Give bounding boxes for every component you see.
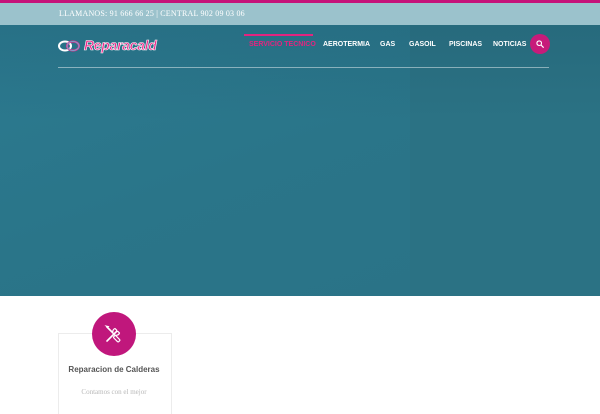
- nav-item-gas[interactable]: GAS: [380, 41, 395, 48]
- service-card-title: Reparacion de Calderas: [68, 365, 160, 374]
- nav-item-piscinas[interactable]: PISCINAS: [449, 41, 482, 48]
- search-icon: [536, 40, 544, 48]
- search-button[interactable]: [530, 34, 550, 54]
- hero-top-shade: [0, 25, 600, 296]
- top-info-bar: LLAMANOS: 91 666 66 25 | CENTRAL 902 09 …: [0, 3, 600, 25]
- main-navigation: SERVICIO TECNICO AEROTERMIA GAS GASOIL P…: [0, 34, 600, 54]
- services-section: [0, 296, 600, 414]
- active-nav-indicator: [244, 34, 313, 36]
- hero-banner: Reparacald SERVICIO TECNICO AEROTERMIA G…: [0, 25, 600, 296]
- service-card-text: Contamos con el mejor: [81, 388, 147, 396]
- service-icon-circle: [92, 312, 136, 356]
- nav-item-noticias[interactable]: NOTICIAS: [493, 41, 526, 48]
- nav-item-gasoil[interactable]: GASOIL: [409, 41, 436, 48]
- tools-icon: [104, 325, 121, 343]
- header-divider: [58, 67, 549, 68]
- nav-item-servicio-tecnico[interactable]: SERVICIO TECNICO: [249, 41, 316, 48]
- nav-item-aerotermia[interactable]: AEROTERMIA: [323, 41, 370, 48]
- contact-phones: LLAMANOS: 91 666 66 25 | CENTRAL 902 09 …: [59, 9, 245, 18]
